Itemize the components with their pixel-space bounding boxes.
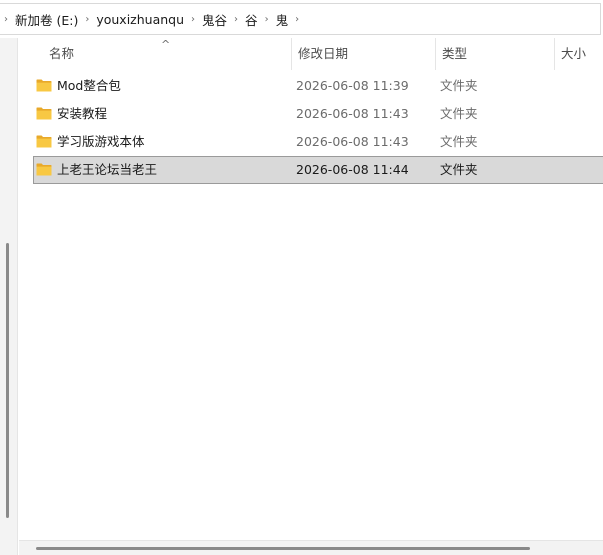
column-header-date[interactable]: 修改日期 <box>291 38 435 70</box>
horizontal-scroll-thumb[interactable] <box>36 547 530 550</box>
file-date: 2026-06-08 11:43 <box>296 134 409 149</box>
file-type: 文件夹 <box>440 106 478 121</box>
file-name: Mod整合包 <box>57 78 121 93</box>
file-list[interactable]: ^ 名称 修改日期 类型 大小 Mod整合包 2026-06-08 11:39 … <box>19 38 603 540</box>
file-type: 文件夹 <box>440 78 478 93</box>
list-item[interactable]: 学习版游戏本体 2026-06-08 11:43 文件夹 <box>33 128 603 156</box>
file-date: 2026-06-08 11:43 <box>296 106 409 121</box>
vertical-scroll-thumb[interactable] <box>6 243 9 518</box>
list-item-selected[interactable]: 上老王论坛当老王 2026-06-08 11:44 文件夹 <box>33 156 603 184</box>
chevron-right-icon[interactable]: › <box>2 14 10 25</box>
chevron-right-icon[interactable]: › <box>293 14 301 25</box>
breadcrumb-gui[interactable]: 鬼 <box>276 10 289 29</box>
chevron-right-icon[interactable]: › <box>263 14 271 25</box>
breadcrumb-gu[interactable]: 谷 <box>245 10 258 29</box>
folder-icon <box>36 163 52 176</box>
file-name: 安装教程 <box>57 106 108 121</box>
file-type: 文件夹 <box>440 162 478 177</box>
list-item[interactable]: 安装教程 2026-06-08 11:43 文件夹 <box>33 100 603 128</box>
horizontal-scrollbar[interactable] <box>19 540 603 555</box>
file-name: 学习版游戏本体 <box>57 134 145 149</box>
chevron-right-icon[interactable]: › <box>83 14 91 25</box>
file-type: 文件夹 <box>440 134 478 149</box>
breadcrumb-guigu[interactable]: 鬼谷 <box>202 10 227 29</box>
breadcrumb-drive[interactable]: 新加卷 (E:) <box>15 10 78 29</box>
breadcrumb-youxizhuanqu[interactable]: youxizhuanqu <box>96 12 184 27</box>
address-bar[interactable]: › 新加卷 (E:) › youxizhuanqu › 鬼谷 › 谷 › 鬼 › <box>0 3 601 35</box>
file-name: 上老王论坛当老王 <box>57 162 158 177</box>
column-header-row: ^ 名称 修改日期 类型 大小 <box>19 38 603 70</box>
file-explorer-window: › 新加卷 (E:) › youxizhuanqu › 鬼谷 › 谷 › 鬼 ›… <box>0 0 603 555</box>
file-date: 2026-06-08 11:44 <box>296 162 409 177</box>
column-header-name[interactable]: 名称 <box>43 38 291 70</box>
chevron-right-icon[interactable]: › <box>189 14 197 25</box>
column-header-type[interactable]: 类型 <box>435 38 555 70</box>
folder-icon <box>36 135 52 148</box>
folder-icon <box>36 79 52 92</box>
list-item[interactable]: Mod整合包 2026-06-08 11:39 文件夹 <box>33 72 603 100</box>
folder-icon <box>36 107 52 120</box>
file-rows: Mod整合包 2026-06-08 11:39 文件夹 安装教程 2026-06… <box>19 72 603 184</box>
file-date: 2026-06-08 11:39 <box>296 78 409 93</box>
chevron-right-icon[interactable]: › <box>232 14 240 25</box>
column-header-size[interactable]: 大小 <box>554 38 603 70</box>
navigation-pane-scrollbar[interactable] <box>0 38 18 555</box>
